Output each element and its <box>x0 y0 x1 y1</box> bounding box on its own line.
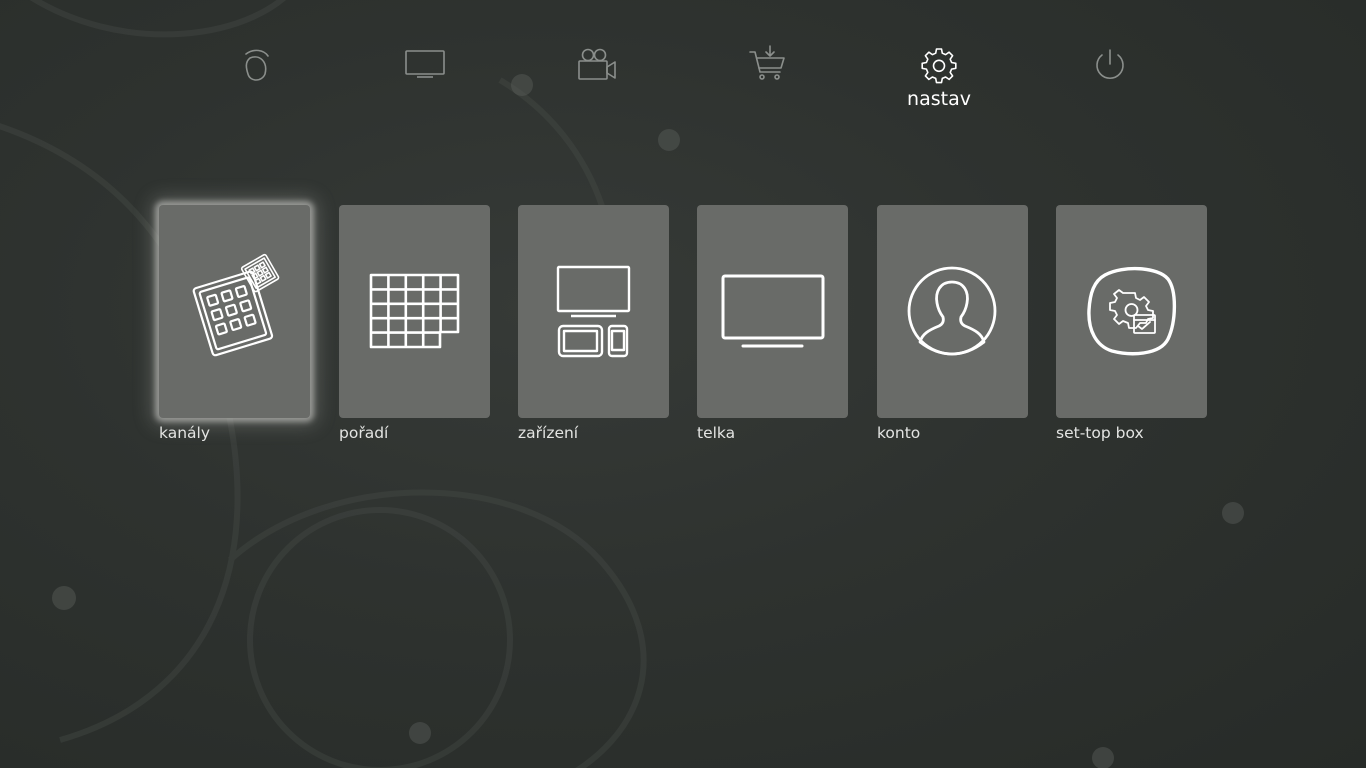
tv-screen-icon <box>721 274 825 348</box>
shopping-cart-icon <box>749 45 785 80</box>
tile-account-label: konto <box>877 424 921 442</box>
tile-account[interactable] <box>877 205 1028 418</box>
nav-power[interactable] <box>1050 44 1170 124</box>
nav-tv[interactable] <box>366 44 486 124</box>
nav-settings-label: nastav <box>907 88 971 110</box>
devices-icon <box>556 265 631 358</box>
tile-order-label: pořadí <box>339 424 389 442</box>
power-icon <box>1096 49 1124 80</box>
tile-stb-label: set-top box <box>1056 424 1144 442</box>
user-icon <box>907 266 997 356</box>
tv-icon <box>405 50 445 78</box>
video-camera-icon <box>578 48 616 80</box>
channels-grid-icon <box>192 253 280 357</box>
nav-video[interactable] <box>537 44 657 124</box>
tile-tv[interactable] <box>697 205 848 418</box>
tile-tv-label: telka <box>697 424 736 442</box>
nav-settings[interactable]: nastav <box>879 44 999 124</box>
settop-box-settings-icon <box>1087 266 1177 356</box>
top-navigation: nastav <box>0 0 1366 130</box>
tile-stb[interactable] <box>1056 205 1207 418</box>
home-icon <box>245 49 269 81</box>
tile-devices[interactable] <box>518 205 669 418</box>
nav-home[interactable] <box>196 44 316 124</box>
tile-channels-label: kanály <box>159 424 211 442</box>
table-grid-icon <box>369 273 460 349</box>
gear-icon <box>921 48 957 84</box>
tile-devices-label: zařízení <box>518 424 579 442</box>
tile-order[interactable] <box>339 205 490 418</box>
tile-channels[interactable] <box>159 205 310 418</box>
nav-store[interactable] <box>708 44 828 124</box>
